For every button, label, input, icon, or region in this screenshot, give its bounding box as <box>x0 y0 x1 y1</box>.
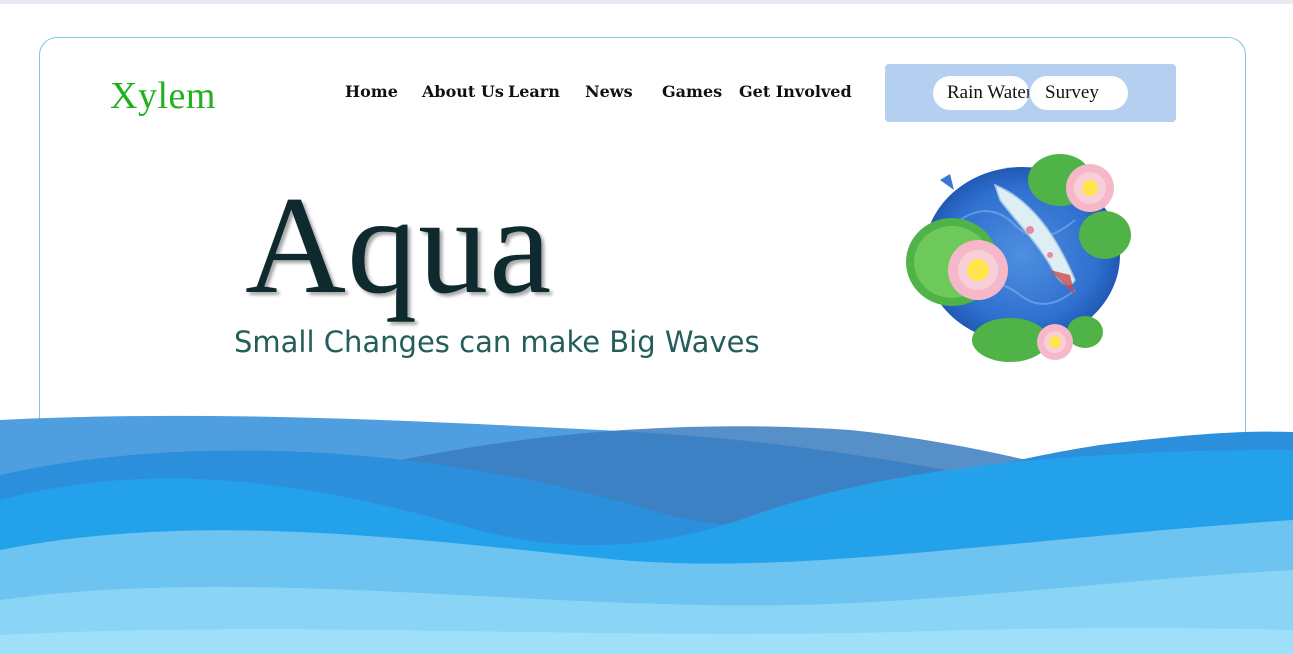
waves-decoration <box>0 415 1293 654</box>
nav-home[interactable]: Home <box>345 82 398 101</box>
nav-news[interactable]: News <box>585 82 633 101</box>
quick-links-panel: Rain Water Survey <box>885 64 1176 122</box>
nav-get-involved[interactable]: Get Involved <box>739 82 852 101</box>
survey-button[interactable]: Survey <box>1030 76 1128 110</box>
hero-subtitle: Small Changes can make Big Waves <box>234 325 760 359</box>
hero-title: Aqua <box>245 168 553 323</box>
nav-games[interactable]: Games <box>662 82 722 101</box>
koi-pond-icon <box>906 154 1131 362</box>
site-logo[interactable]: Xylem <box>110 74 216 118</box>
nav-about-us[interactable]: About Us <box>422 82 504 101</box>
page-top-strip <box>0 0 1293 4</box>
rain-water-button[interactable]: Rain Water <box>933 76 1029 110</box>
nav-learn[interactable]: Learn <box>508 82 560 101</box>
